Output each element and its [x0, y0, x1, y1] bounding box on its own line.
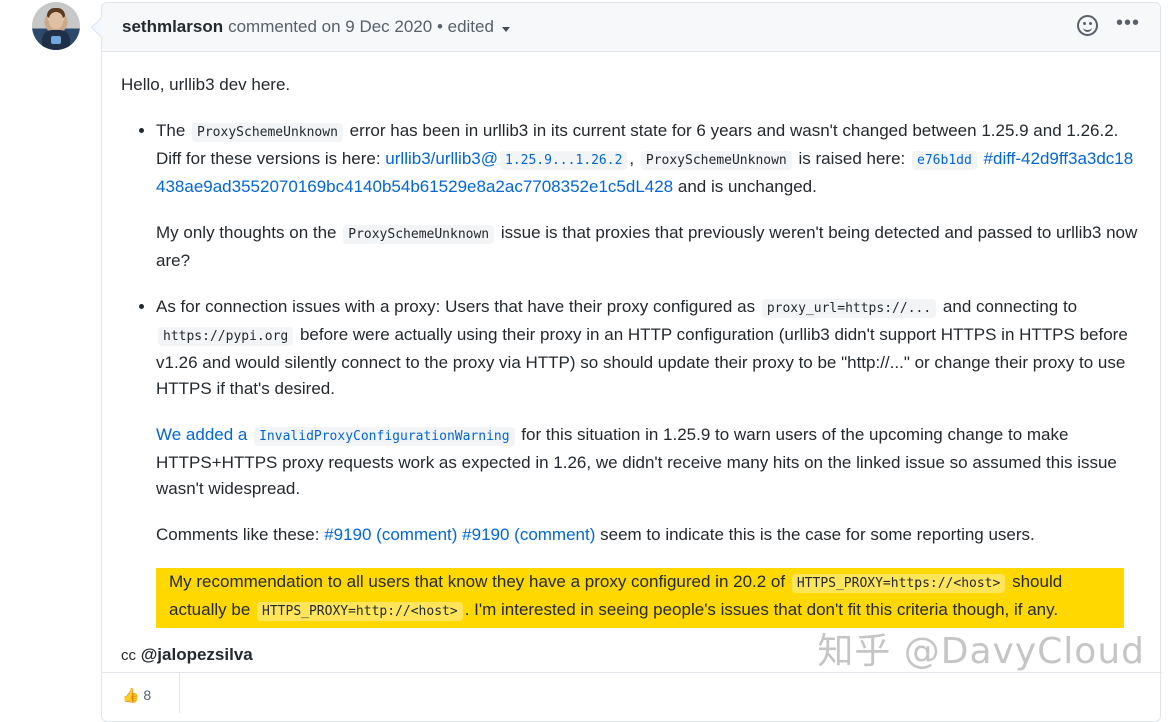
text: and is unchanged. — [677, 177, 817, 196]
text: before were actually using their proxy i… — [156, 325, 1128, 398]
avatar-shirt — [42, 30, 70, 50]
smiley-icon[interactable] — [1076, 15, 1098, 36]
inline-code: ProxySchemeUnknown — [343, 225, 495, 244]
inline-code: HTTPS_PROXY=http://<host> — [257, 602, 463, 621]
list-item: The ProxySchemeUnknown error has been in… — [156, 118, 1140, 274]
avatar-face — [49, 12, 63, 29]
reaction-count: 8 — [143, 687, 152, 703]
comment-link[interactable]: #9190 (comment) — [462, 525, 595, 544]
intro-paragraph: Hello, urllib3 dev here. — [121, 75, 291, 94]
inline-code: https://pypi.org — [158, 327, 294, 346]
paragraph: We added a InvalidProxyConfigurationWarn… — [156, 422, 1140, 502]
user-mention[interactable]: @jalopezsilva — [141, 645, 253, 664]
reaction-bar: 👍 8 — [102, 672, 1162, 713]
comment-meta: commented on 9 Dec 2020 • edited — [228, 17, 494, 36]
comment-list: The ProxySchemeUnknown error has been in… — [121, 118, 1140, 628]
paragraph: As for connection issues with a proxy: U… — [156, 294, 1140, 402]
text: is raised here: — [798, 149, 906, 168]
kebab-horizontal-icon[interactable]: ••• — [1116, 13, 1140, 33]
warning-link[interactable]: We added a InvalidProxyConfigurationWarn… — [156, 425, 517, 446]
comment-link[interactable]: #9190 (comment) — [324, 525, 457, 544]
comment-header: sethmlarson commented on 9 Dec 2020 • ed… — [102, 3, 1160, 52]
paragraph: Comments like these: #9190 (comment) #91… — [156, 522, 1140, 548]
diff-link[interactable]: urllib3/urllib3@ 1.25.9...1.26.2 — [385, 149, 629, 170]
text: My only thoughts on the — [156, 223, 337, 242]
thumbs-up-icon: 👍 — [122, 687, 140, 703]
author-avatar[interactable] — [32, 2, 80, 50]
text: cc — [121, 647, 136, 664]
text: Comments like these: — [156, 525, 320, 544]
inline-code: proxy_url=https://... — [761, 299, 937, 318]
text: My recommendation to all users that know… — [169, 572, 786, 591]
watermark: 知乎 @DavyCloud — [817, 631, 1145, 672]
edit-history-dropdown-icon[interactable] — [501, 26, 510, 32]
highlighted-recommendation: My recommendation to all users that know… — [156, 568, 1124, 628]
header-actions: ••• — [1076, 13, 1140, 36]
text: seem to indicate this is the case for so… — [600, 525, 1035, 544]
inline-code: HTTPS_PROXY=https://<host> — [791, 574, 1006, 593]
text: and connecting to — [942, 297, 1078, 316]
comment-body: Hello, urllib3 dev here. The ProxyScheme… — [102, 52, 1160, 669]
paragraph: My only thoughts on the ProxySchemeUnkno… — [156, 220, 1140, 274]
inline-code: ProxySchemeUnknown — [192, 123, 343, 142]
text: As for connection issues with a proxy: U… — [156, 297, 756, 316]
author-link[interactable]: sethmlarson — [122, 17, 223, 37]
text: , — [629, 149, 635, 168]
inline-code: ProxySchemeUnknown — [640, 151, 792, 170]
comment-box: sethmlarson commented on 9 Dec 2020 • ed… — [101, 2, 1162, 722]
text: The — [156, 121, 186, 140]
thumbs-up-reaction[interactable]: 👍 8 — [102, 673, 180, 713]
list-item: As for connection issues with a proxy: U… — [156, 294, 1140, 628]
text: . I'm interested in seeing people's issu… — [464, 600, 1059, 619]
paragraph: The ProxySchemeUnknown error has been in… — [156, 118, 1140, 200]
